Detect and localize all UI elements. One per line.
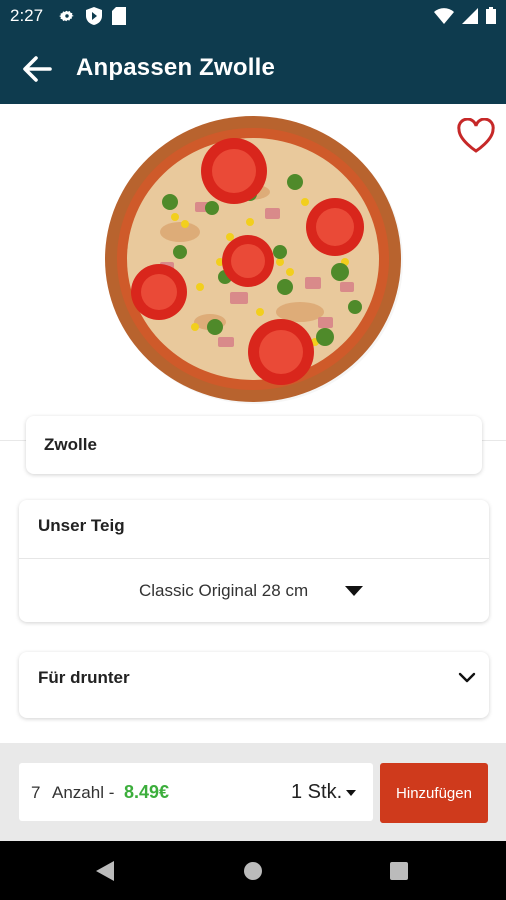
navigation-bar	[0, 841, 506, 900]
wifi-icon	[434, 7, 454, 24]
nav-recents-icon[interactable]	[390, 862, 408, 880]
order-count-label: Anzahl -	[52, 783, 115, 802]
nav-back-icon[interactable]	[96, 861, 114, 881]
product-name: Zwolle	[44, 435, 97, 454]
pizza-image	[100, 112, 410, 408]
favorite-button[interactable]	[456, 117, 496, 154]
status-bar: 2:27	[0, 0, 506, 32]
dough-card: Unser Teig Classic Original 28 cm	[19, 500, 489, 622]
signal-icon	[462, 7, 478, 24]
battery-icon	[486, 7, 496, 24]
dough-selected-value: Classic Original 28 cm	[139, 581, 309, 600]
caret-down-icon	[345, 586, 363, 596]
shield-icon	[86, 7, 102, 25]
chevron-down-icon	[458, 672, 476, 683]
heart-outline-icon	[457, 117, 495, 153]
sd-card-icon	[112, 7, 126, 25]
order-count: 7	[31, 783, 41, 802]
under-toppings-label: Für drunter	[38, 668, 130, 687]
order-summary: 7 Anzahl - 8.49€ 1 Stk.	[19, 763, 373, 821]
under-toppings-card[interactable]: Für drunter	[19, 652, 489, 718]
arrow-left-icon	[23, 56, 52, 82]
status-time: 2:27	[10, 6, 44, 25]
add-to-cart-button[interactable]: Hinzufügen	[380, 763, 488, 823]
quantity-select[interactable]: 1 Stk.	[291, 781, 342, 804]
nav-home-icon[interactable]	[243, 861, 263, 881]
dough-dropdown[interactable]: Classic Original 28 cm	[19, 559, 489, 622]
app-bar: Anpassen Zwolle	[0, 32, 506, 104]
product-name-card: Zwolle	[26, 416, 482, 474]
dough-label: Unser Teig	[38, 516, 125, 535]
page-title: Anpassen Zwolle	[76, 54, 276, 81]
gear-icon	[59, 10, 74, 22]
caret-down-icon	[346, 790, 356, 796]
order-price: 8.49€	[124, 782, 170, 802]
back-button[interactable]	[20, 52, 54, 86]
order-bar: 7 Anzahl - 8.49€ 1 Stk. Hinzufügen	[0, 743, 506, 841]
